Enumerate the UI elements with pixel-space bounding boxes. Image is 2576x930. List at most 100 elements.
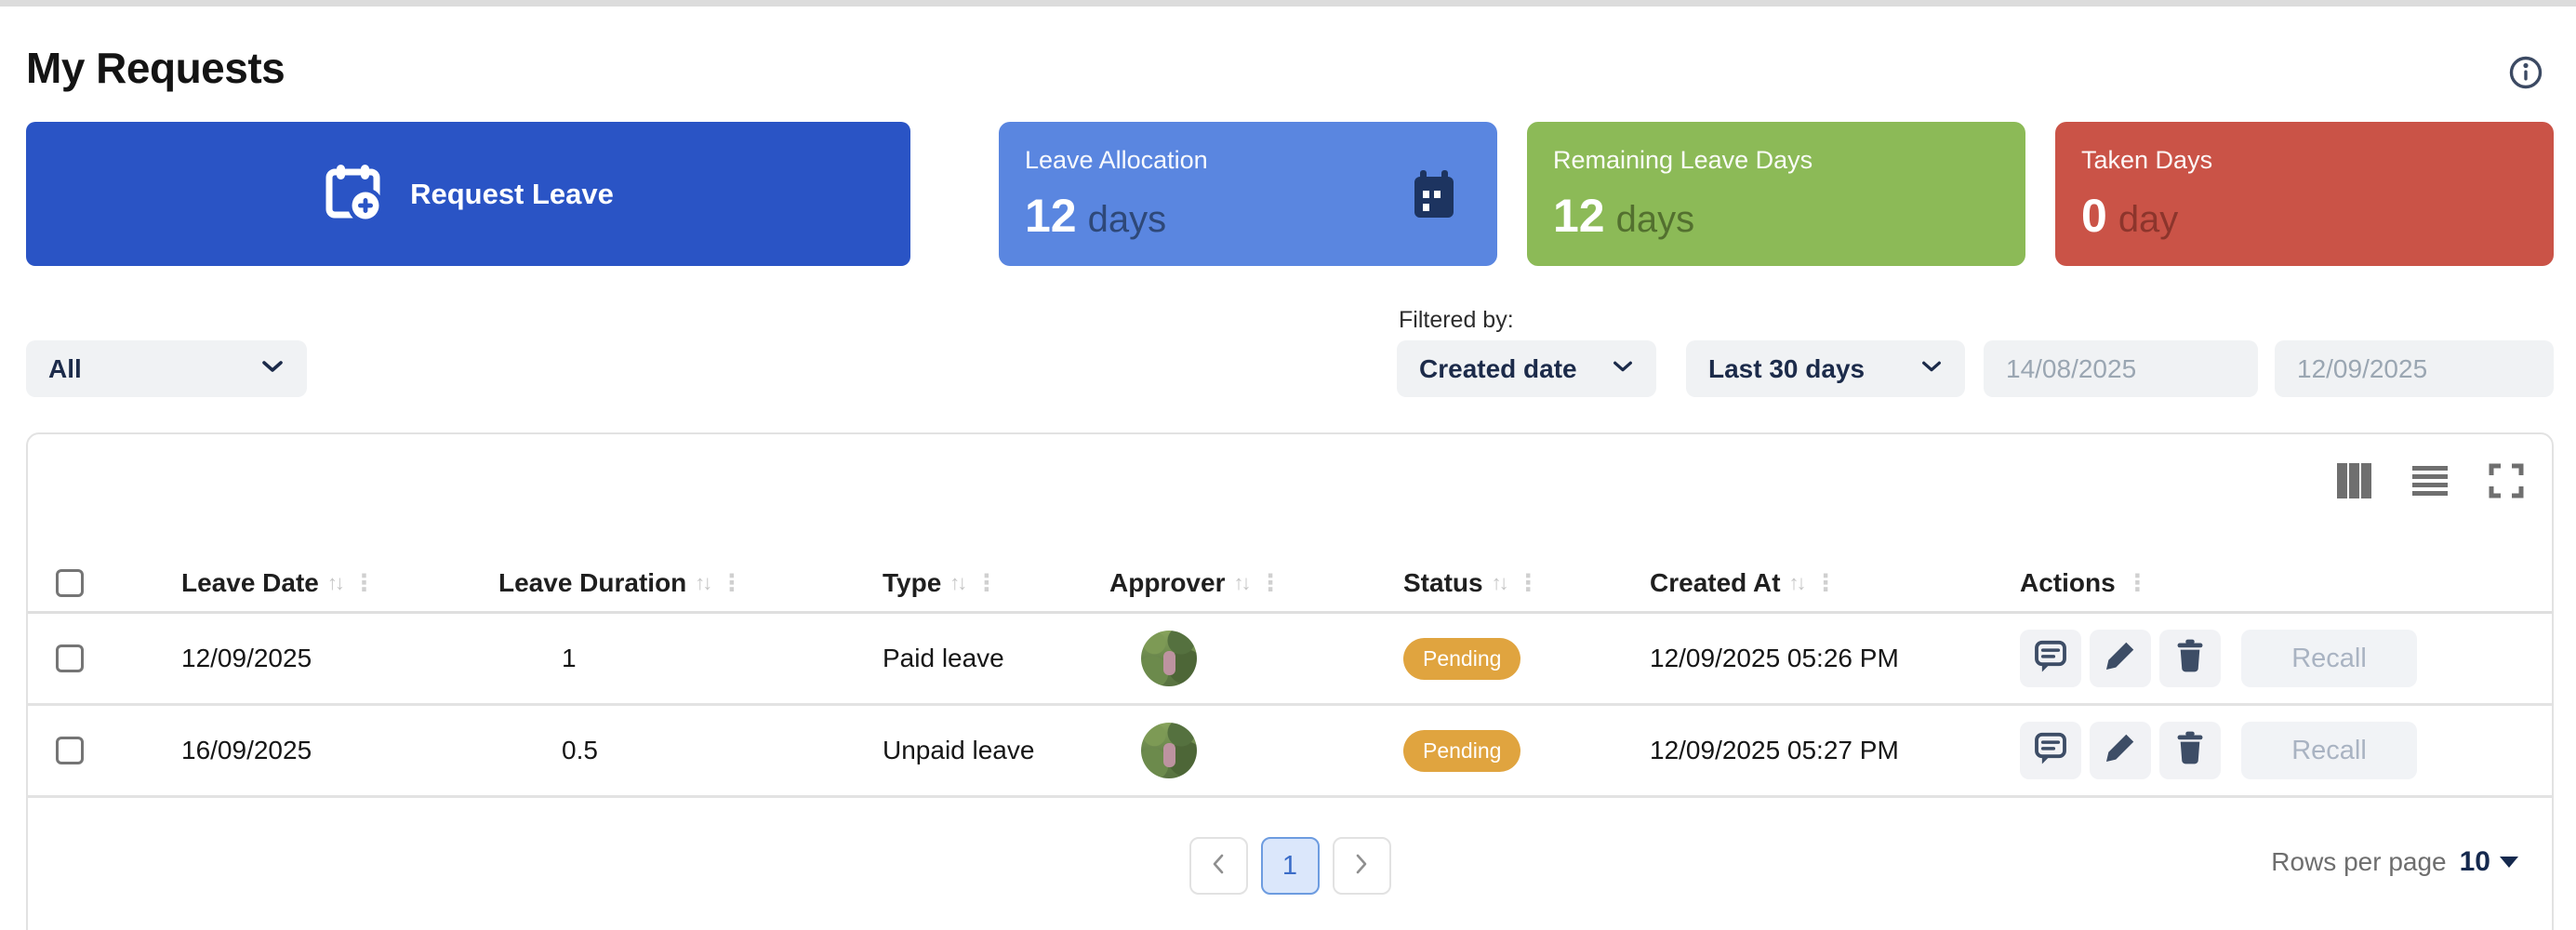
column-menu-icon[interactable]: ⋮: [973, 569, 998, 597]
filtered-by-label: Filtered by:: [1399, 307, 1514, 334]
comment-button[interactable]: [2020, 722, 2081, 779]
leave-type-filter-value: All: [48, 354, 82, 384]
pencil-icon: [2103, 638, 2138, 680]
delete-button[interactable]: [2159, 630, 2221, 687]
comment-icon: [2032, 637, 2069, 681]
table-header-row: Leave Date ↑↓ ⋮ Leave Duration ↑↓ ⋮ Type…: [28, 554, 2552, 614]
edit-button[interactable]: [2090, 722, 2151, 779]
column-menu-icon[interactable]: ⋮: [718, 569, 743, 597]
date-from-input[interactable]: [1984, 340, 2258, 397]
filter-range-value: Last 30 days: [1708, 354, 1865, 384]
column-header-created-at[interactable]: Created At ↑↓ ⋮: [1650, 568, 2020, 598]
chevron-down-icon: [1612, 358, 1634, 379]
request-leave-button[interactable]: Request Leave: [26, 122, 910, 266]
column-label: Created At: [1650, 568, 1781, 598]
comment-button[interactable]: [2020, 630, 2081, 687]
row-checkbox[interactable]: [56, 644, 84, 672]
edit-button[interactable]: [2090, 630, 2151, 687]
page-button-1[interactable]: 1: [1261, 837, 1320, 895]
chevron-down-icon: [260, 358, 285, 379]
filter-range-select[interactable]: Last 30 days: [1686, 340, 1965, 397]
recall-button[interactable]: Recall: [2241, 630, 2417, 687]
sort-icon[interactable]: ↑↓: [327, 571, 342, 595]
row-checkbox[interactable]: [56, 737, 84, 764]
chevron-right-icon: [1350, 851, 1373, 882]
calendar-plus-icon: [323, 160, 386, 228]
column-header-leave-date[interactable]: Leave Date ↑↓ ⋮: [181, 568, 498, 598]
sort-icon[interactable]: ↑↓: [1492, 571, 1507, 595]
status-badge: Pending: [1403, 638, 1520, 680]
summary-cards-row: Request Leave Leave Allocation 12 days: [26, 122, 2554, 266]
chevron-left-icon: [1207, 851, 1229, 882]
stat-unit: day: [2118, 199, 2179, 241]
column-menu-icon[interactable]: ⋮: [1515, 569, 1540, 597]
column-header-type[interactable]: Type ↑↓ ⋮: [883, 568, 1109, 598]
table-row: 12/09/2025 1 Paid leave Pending 12/09/20…: [28, 614, 2552, 706]
filters-row: Created date Last 30 days: [1397, 340, 2554, 397]
column-header-approver[interactable]: Approver ↑↓ ⋮: [1109, 568, 1403, 598]
date-to-input[interactable]: [2275, 340, 2554, 397]
cell-type: Paid leave: [883, 644, 1109, 673]
stat-value: 12: [1553, 189, 1605, 243]
sort-icon[interactable]: ↑↓: [1233, 571, 1248, 595]
stat-value: 12: [1025, 189, 1077, 243]
column-menu-icon[interactable]: ⋮: [1812, 569, 1838, 597]
filter-field-select[interactable]: Created date: [1397, 340, 1656, 397]
chevron-down-icon: [1920, 358, 1943, 379]
stat-card-remaining-leave: Remaining Leave Days 12 days: [1527, 122, 2025, 266]
rows-per-page: Rows per page 10: [2271, 846, 2518, 878]
requests-table-card: Leave Date ↑↓ ⋮ Leave Duration ↑↓ ⋮ Type…: [26, 432, 2554, 930]
info-icon[interactable]: [2507, 54, 2544, 91]
stat-unit: days: [1616, 199, 1695, 241]
cell-leave-date: 16/09/2025: [181, 736, 498, 765]
column-label: Leave Duration: [498, 568, 686, 598]
stat-label: Taken Days: [2081, 146, 2528, 175]
approver-avatar: [1141, 631, 1197, 686]
status-badge: Pending: [1403, 730, 1520, 772]
column-label: Approver: [1109, 568, 1225, 598]
rows-per-page-select[interactable]: 10: [2460, 846, 2518, 878]
column-header-status[interactable]: Status ↑↓ ⋮: [1403, 568, 1650, 598]
sort-icon[interactable]: ↑↓: [1789, 571, 1804, 595]
prev-page-button[interactable]: [1189, 837, 1248, 895]
stat-value: 0: [2081, 189, 2107, 243]
stat-unit: days: [1088, 199, 1167, 241]
column-menu-icon[interactable]: ⋮: [1256, 569, 1281, 597]
column-menu-icon[interactable]: ⋮: [351, 569, 376, 597]
pagination: 1: [28, 837, 2552, 895]
stat-card-leave-allocation: Leave Allocation 12 days: [999, 122, 1497, 266]
trash-icon: [2173, 638, 2207, 680]
my-requests-page: My Requests Request Leave: [0, 0, 2576, 930]
rows-per-page-value: 10: [2460, 846, 2490, 878]
column-label: Type: [883, 568, 941, 598]
approver-avatar: [1141, 723, 1197, 778]
column-manager-icon[interactable]: [2336, 463, 2371, 498]
table-footer: 1 Rows per page 10: [28, 798, 2552, 930]
calendar-icon: [1410, 168, 1458, 225]
row-density-icon[interactable]: [2412, 463, 2448, 498]
stat-label: Remaining Leave Days: [1553, 146, 1999, 175]
filter-field-value: Created date: [1419, 354, 1577, 384]
next-page-button[interactable]: [1333, 837, 1391, 895]
comment-icon: [2032, 729, 2069, 773]
column-menu-icon[interactable]: ⋮: [2124, 569, 2149, 597]
table-toolbar: [2336, 463, 2524, 498]
cell-leave-date: 12/09/2025: [181, 644, 498, 673]
column-header-leave-duration[interactable]: Leave Duration ↑↓ ⋮: [498, 568, 883, 598]
column-label: Leave Date: [181, 568, 319, 598]
stat-label: Leave Allocation: [1025, 146, 1471, 175]
sort-icon[interactable]: ↑↓: [949, 571, 964, 595]
delete-button[interactable]: [2159, 722, 2221, 779]
select-all-checkbox[interactable]: [56, 569, 84, 597]
caret-down-icon: [2500, 857, 2518, 868]
cell-leave-duration: 1: [498, 644, 883, 673]
recall-button[interactable]: Recall: [2241, 722, 2417, 779]
table-row: 16/09/2025 0.5 Unpaid leave Pending 12/0…: [28, 706, 2552, 798]
cell-type: Unpaid leave: [883, 736, 1109, 765]
leave-type-filter-select[interactable]: All: [26, 340, 307, 397]
cell-created-at: 12/09/2025 05:26 PM: [1650, 644, 2020, 673]
column-label: Actions: [2020, 568, 2116, 598]
fullscreen-icon[interactable]: [2489, 463, 2524, 498]
sort-icon[interactable]: ↑↓: [695, 571, 710, 595]
pencil-icon: [2103, 730, 2138, 772]
